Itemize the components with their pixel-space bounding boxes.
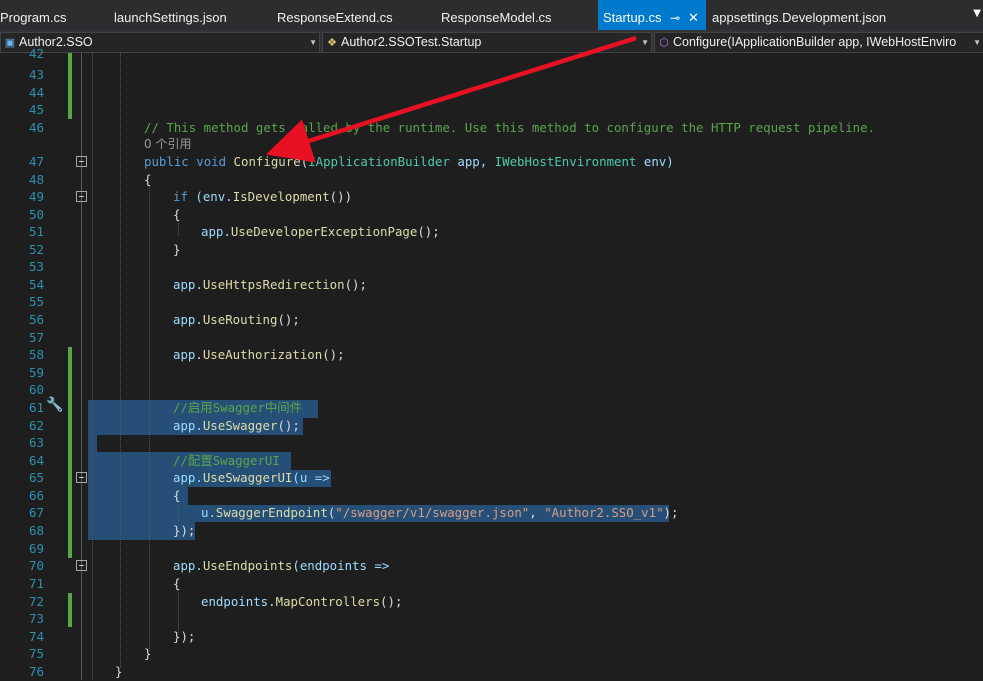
annotation-arrow-line — [265, 35, 637, 163]
annotation-arrow — [265, 35, 637, 163]
